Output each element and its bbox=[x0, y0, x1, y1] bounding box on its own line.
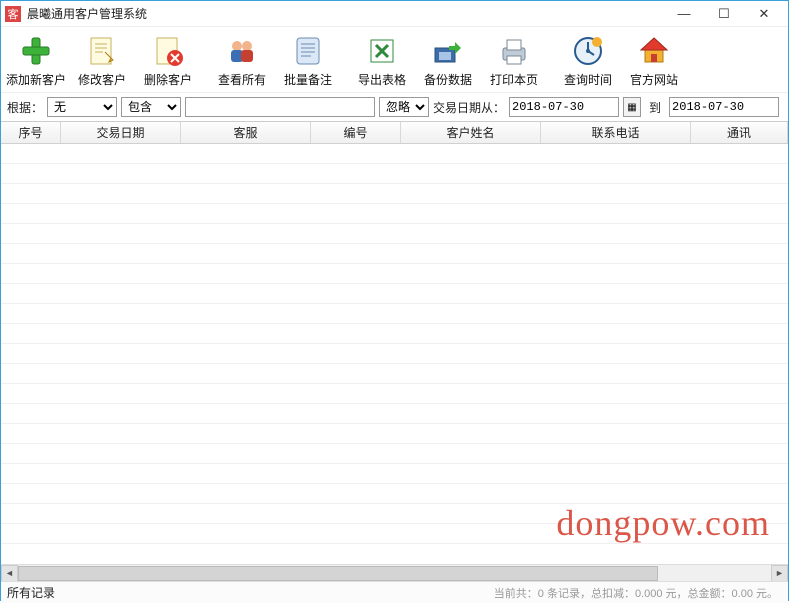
printer-icon bbox=[496, 33, 532, 69]
backup-button[interactable]: 备份数据 bbox=[415, 31, 481, 90]
col-custname[interactable]: 客户姓名 bbox=[401, 122, 541, 143]
scroll-thumb[interactable] bbox=[18, 566, 658, 581]
toolbar-label: 批量备注 bbox=[284, 71, 332, 88]
toolbar-label: 打印本页 bbox=[490, 71, 538, 88]
table-row bbox=[1, 484, 788, 504]
list-icon bbox=[290, 33, 326, 69]
batch-note-button[interactable]: 批量备注 bbox=[275, 31, 341, 90]
status-left: 所有记录 bbox=[7, 584, 55, 601]
table-row bbox=[1, 364, 788, 384]
toolbar-label: 备份数据 bbox=[424, 71, 472, 88]
filter-bar: 根据： 无 包含 忽略 交易日期从： ▦ 到 bbox=[1, 92, 788, 121]
toolbar-label: 添加新客户 bbox=[6, 71, 66, 88]
horizontal-scrollbar[interactable]: ◄ ► bbox=[1, 564, 788, 581]
clock-icon bbox=[570, 33, 606, 69]
edit-icon bbox=[84, 33, 120, 69]
table-row bbox=[1, 384, 788, 404]
col-txdate[interactable]: 交易日期 bbox=[61, 122, 181, 143]
add-customer-button[interactable]: 添加新客户 bbox=[3, 31, 69, 90]
table-row bbox=[1, 444, 788, 464]
operator-select[interactable]: 包含 bbox=[121, 97, 181, 117]
table-row bbox=[1, 304, 788, 324]
window-title: 晨曦通用客户管理系统 bbox=[27, 5, 664, 22]
print-button[interactable]: 打印本页 bbox=[481, 31, 547, 90]
table-row bbox=[1, 204, 788, 224]
toolbar: 添加新客户 修改客户 删除客户 查看所有 批量备注 导出表格 备份数据 打印本页… bbox=[1, 27, 788, 92]
title-bar: 客 晨曦通用客户管理系统 ― ☐ ✕ bbox=[1, 1, 788, 27]
table-row bbox=[1, 144, 788, 164]
table-row bbox=[1, 164, 788, 184]
toolbar-label: 官方网站 bbox=[630, 71, 678, 88]
status-right: 当前共：0 条记录，总扣减：0.000 元，总金额：0.00 元。 bbox=[494, 585, 778, 601]
toolbar-label: 修改客户 bbox=[78, 71, 126, 88]
col-comm[interactable]: 通讯 bbox=[691, 122, 788, 143]
date-from-input[interactable] bbox=[509, 97, 619, 117]
status-bar: 所有记录 当前共：0 条记录，总扣减：0.000 元，总金额：0.00 元。 bbox=[1, 581, 788, 603]
date-to-input[interactable] bbox=[669, 97, 779, 117]
col-agent[interactable]: 客服 bbox=[181, 122, 311, 143]
plus-icon bbox=[18, 33, 54, 69]
table-row bbox=[1, 504, 788, 524]
col-seq[interactable]: 序号 bbox=[1, 122, 61, 143]
export-button[interactable]: 导出表格 bbox=[349, 31, 415, 90]
basis-select[interactable]: 无 bbox=[47, 97, 117, 117]
data-grid: 序号 交易日期 客服 编号 客户姓名 联系电话 通讯 dongpow.com ◄… bbox=[1, 121, 788, 581]
date-to-label: 到 bbox=[649, 99, 661, 116]
date-from-label: 交易日期从： bbox=[433, 99, 505, 116]
table-row bbox=[1, 404, 788, 424]
table-row bbox=[1, 284, 788, 304]
toolbar-label: 查看所有 bbox=[218, 71, 266, 88]
table-row bbox=[1, 224, 788, 244]
maximize-button[interactable]: ☐ bbox=[704, 2, 744, 26]
app-icon: 客 bbox=[5, 6, 21, 22]
close-button[interactable]: ✕ bbox=[744, 2, 784, 26]
table-row bbox=[1, 244, 788, 264]
excel-icon bbox=[364, 33, 400, 69]
basis-label: 根据： bbox=[7, 99, 43, 116]
edit-customer-button[interactable]: 修改客户 bbox=[69, 31, 135, 90]
delete-customer-button[interactable]: 删除客户 bbox=[135, 31, 201, 90]
official-site-button[interactable]: 官方网站 bbox=[621, 31, 687, 90]
home-icon bbox=[636, 33, 672, 69]
backup-icon bbox=[430, 33, 466, 69]
col-code[interactable]: 编号 bbox=[311, 122, 401, 143]
scroll-track[interactable] bbox=[18, 565, 771, 582]
toolbar-label: 导出表格 bbox=[358, 71, 406, 88]
view-all-button[interactable]: 查看所有 bbox=[209, 31, 275, 90]
table-row bbox=[1, 264, 788, 284]
ignore-select[interactable]: 忽略 bbox=[379, 97, 429, 117]
scroll-right-button[interactable]: ► bbox=[771, 565, 788, 582]
search-input[interactable] bbox=[185, 97, 375, 117]
table-row bbox=[1, 424, 788, 444]
table-row bbox=[1, 464, 788, 484]
toolbar-label: 查询时间 bbox=[564, 71, 612, 88]
table-row bbox=[1, 324, 788, 344]
grid-body[interactable]: dongpow.com bbox=[1, 144, 788, 564]
table-row bbox=[1, 524, 788, 544]
grid-header: 序号 交易日期 客服 编号 客户姓名 联系电话 通讯 bbox=[1, 122, 788, 144]
col-phone[interactable]: 联系电话 bbox=[541, 122, 691, 143]
table-row bbox=[1, 344, 788, 364]
people-icon bbox=[224, 33, 260, 69]
delete-icon bbox=[150, 33, 186, 69]
scroll-left-button[interactable]: ◄ bbox=[1, 565, 18, 582]
query-time-button[interactable]: 查询时间 bbox=[555, 31, 621, 90]
minimize-button[interactable]: ― bbox=[664, 2, 704, 26]
table-row bbox=[1, 184, 788, 204]
date-from-picker-button[interactable]: ▦ bbox=[623, 97, 641, 117]
toolbar-label: 删除客户 bbox=[144, 71, 192, 88]
